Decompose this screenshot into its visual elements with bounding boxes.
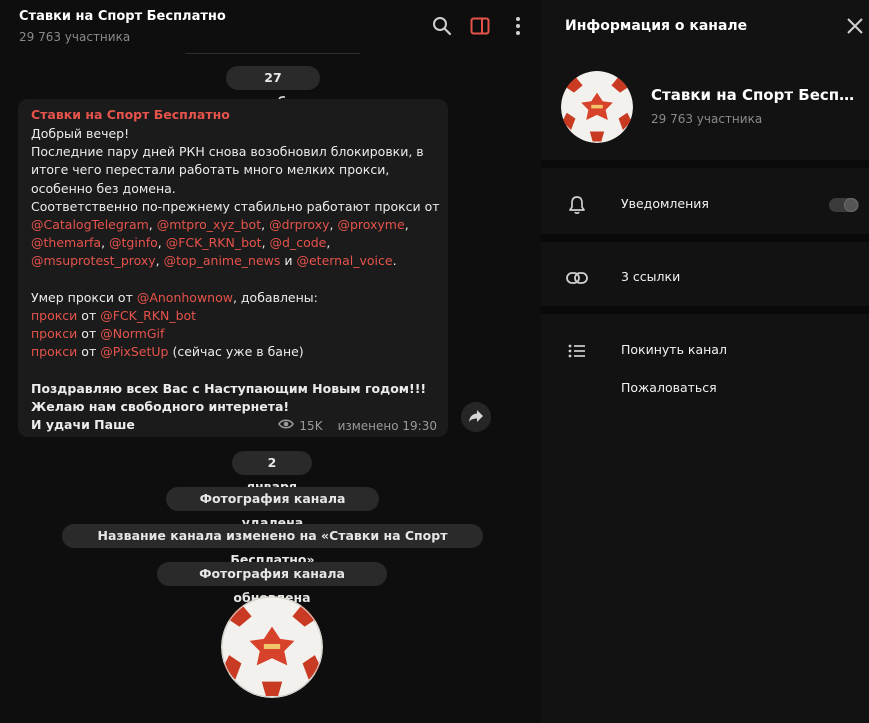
mention-link[interactable]: @FCK_RKN_bot bbox=[166, 235, 262, 250]
added-proxy-line: прокси от @PixSetUp (сейчас уже в бане) bbox=[31, 343, 443, 361]
channel-info-panel: Информация о канале Ставки на Спорт Бесп… bbox=[541, 0, 869, 723]
divider bbox=[541, 306, 869, 314]
proxy-link[interactable]: прокси bbox=[31, 344, 77, 359]
mention-link[interactable]: @drproxy bbox=[269, 217, 329, 232]
message-meta: 15K изменено 19:30 bbox=[278, 418, 437, 433]
notifications-label: Уведомления bbox=[621, 196, 709, 211]
channel-member-count: 29 763 участника bbox=[651, 112, 763, 126]
list-icon bbox=[566, 340, 588, 362]
from-text: от bbox=[81, 308, 97, 324]
added-text: , добавлены: bbox=[232, 289, 318, 305]
mention-link[interactable]: @CatalogTelegram bbox=[31, 217, 149, 232]
leave-channel-label: Покинуть канал bbox=[621, 342, 727, 357]
divider bbox=[541, 234, 869, 242]
mention-link[interactable]: @themarfa bbox=[31, 235, 101, 250]
scroll-divider bbox=[185, 53, 360, 54]
more-icon[interactable] bbox=[506, 14, 530, 38]
bell-icon bbox=[566, 194, 588, 216]
date-badge: 27 декабря bbox=[226, 66, 320, 109]
from-text: от bbox=[81, 326, 97, 342]
notifications-toggle[interactable] bbox=[829, 198, 859, 212]
service-message: Название канала изменено на «Ставки на С… bbox=[62, 524, 483, 567]
date-badge: 2 января bbox=[232, 451, 312, 494]
close-icon[interactable] bbox=[845, 16, 865, 36]
banned-note: (сейчас уже в бане) bbox=[172, 344, 304, 360]
proxy-intro-text: Соответственно по-прежнему стабильно раб… bbox=[31, 198, 440, 214]
message-died-line: Умер прокси от @Anonhownow, добавлены: bbox=[31, 289, 443, 307]
view-count: 15K bbox=[299, 418, 323, 433]
chat-header[interactable]: Ставки на Спорт Бесплатно 29 763 участни… bbox=[0, 0, 540, 52]
mention-link[interactable]: @PixSetUp bbox=[100, 344, 168, 359]
links-row[interactable]: 3 ссылки bbox=[541, 257, 869, 297]
mention-link[interactable]: @FCK_RKN_bot bbox=[100, 308, 196, 323]
message-author[interactable]: Ставки на Спорт Бесплатно bbox=[31, 107, 230, 122]
links-label: 3 ссылки bbox=[621, 269, 681, 284]
chat-area: Ставки на Спорт Бесплатно 29 763 участни… bbox=[0, 0, 540, 723]
proxy-link[interactable]: прокси bbox=[31, 308, 77, 323]
edited-time: изменено 19:30 bbox=[337, 418, 437, 433]
report-label: Пожаловаться bbox=[621, 380, 717, 395]
message-greeting: Добрый вечер! bbox=[31, 126, 130, 141]
chat-member-count: 29 763 участника bbox=[19, 30, 131, 44]
service-message: Фотография канала удалена bbox=[166, 487, 379, 530]
conjunction-text: и bbox=[284, 253, 293, 269]
proxy-link[interactable]: прокси bbox=[31, 326, 77, 341]
message-proxy-list: Соответственно по-прежнему стабильно раб… bbox=[31, 198, 440, 269]
mention-link[interactable]: @Anonhownow bbox=[137, 290, 233, 305]
mention-link[interactable]: @d_code bbox=[270, 235, 327, 250]
mention-link[interactable]: @msuprotest_proxy bbox=[31, 253, 156, 268]
mention-link[interactable]: @tginfo bbox=[109, 235, 158, 250]
search-icon[interactable] bbox=[430, 14, 454, 38]
report-row[interactable]: Пожаловаться bbox=[541, 368, 869, 408]
forward-button[interactable] bbox=[461, 402, 491, 432]
from-text: от bbox=[81, 344, 97, 360]
died-text: Умер прокси от bbox=[31, 289, 137, 305]
mention-link[interactable]: @proxyme bbox=[337, 217, 404, 232]
message-text: Добрый вечер! Последние пару дней РКН сн… bbox=[31, 125, 443, 434]
message-bubble[interactable]: Ставки на Спорт Бесплатно Добрый вечер! … bbox=[18, 99, 448, 437]
added-proxy-line: прокси от @NormGif bbox=[31, 325, 443, 343]
mention-link[interactable]: @top_anime_news bbox=[164, 253, 281, 268]
channel-name: Ставки на Спорт Бесплатно bbox=[651, 86, 865, 104]
mention-link[interactable]: @mtpro_xyz_bot bbox=[157, 217, 261, 232]
channel-avatar[interactable] bbox=[561, 71, 633, 143]
sidebar-toggle-icon[interactable] bbox=[468, 14, 492, 38]
channel-photo[interactable] bbox=[221, 596, 323, 698]
divider bbox=[541, 160, 869, 168]
notifications-row[interactable]: Уведомления bbox=[541, 184, 869, 224]
message-bold-line: Желаю нам свободного интернета! bbox=[31, 399, 290, 415]
leave-channel-row[interactable]: Покинуть канал bbox=[541, 330, 869, 370]
message-paragraph: Последние пару дней РКН снова возобновил… bbox=[31, 144, 424, 196]
message-bold-line: Поздравляю всех Вас с Наступающим Новым … bbox=[31, 380, 427, 396]
eye-icon bbox=[278, 418, 295, 433]
mention-link[interactable]: @eternal_voice bbox=[296, 253, 392, 268]
added-proxy-line: прокси от @FCK_RKN_bot bbox=[31, 307, 443, 325]
mention-link[interactable]: @NormGif bbox=[100, 326, 164, 341]
link-icon bbox=[566, 267, 588, 289]
service-message: Фотография канала обновлена bbox=[157, 562, 387, 605]
panel-title: Информация о канале bbox=[565, 18, 748, 34]
forward-icon bbox=[468, 408, 484, 427]
chat-title[interactable]: Ставки на Спорт Бесплатно bbox=[19, 9, 226, 24]
